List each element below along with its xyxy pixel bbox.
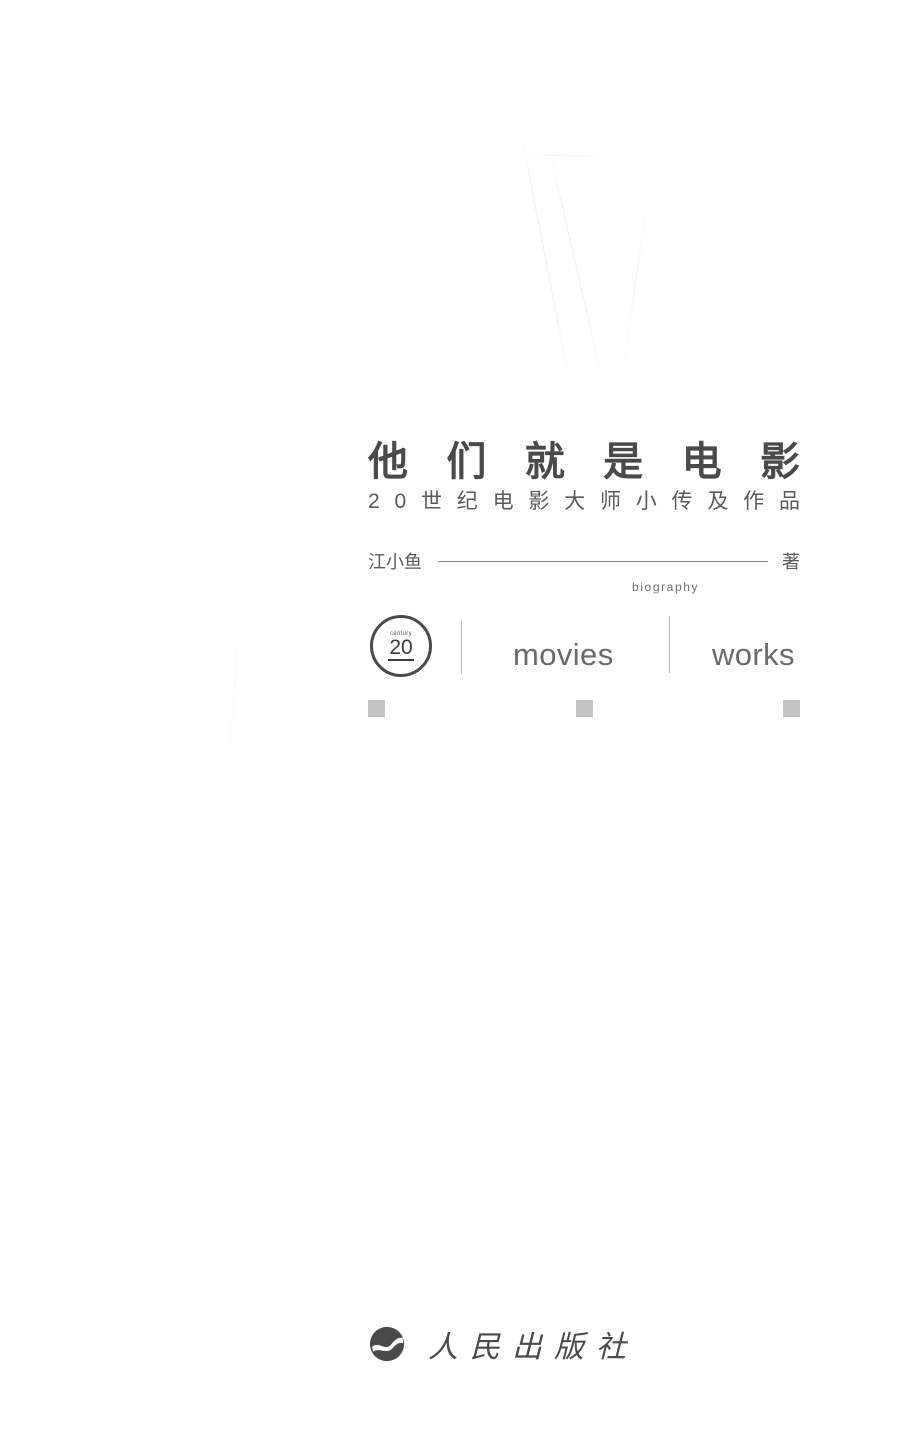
title-char: 影: [759, 440, 800, 484]
publisher-block: 人民出版社: [368, 1322, 638, 1366]
century-badge-underline: [388, 659, 414, 662]
eyebrow-row: century 20 movies works biography: [0, 300, 920, 677]
title-char: 是: [603, 440, 644, 484]
publisher-name: 人民出版社: [428, 1331, 638, 1364]
author-row: 江小鱼 著: [368, 548, 800, 574]
subtitle-char: 电: [492, 490, 514, 513]
scan-line: [227, 600, 241, 780]
title-block: 他 们 就 是 电 影 2 0 世 纪 电 影 大 师 小 传 及 作 品: [368, 440, 800, 514]
title-char: 就: [524, 440, 565, 484]
subtitle-char: 影: [528, 490, 550, 513]
subtitle-char: 2: [368, 490, 380, 513]
decorative-squares-row: [368, 700, 800, 717]
subtitle-char: 0: [394, 490, 407, 513]
decorative-square: [368, 700, 385, 717]
subtitle-char: 小: [635, 490, 657, 513]
scan-line: [520, 154, 611, 158]
subtitle-char: 品: [778, 490, 800, 513]
title-char: 们: [446, 440, 487, 484]
subtitle-char: 师: [599, 490, 621, 513]
author-role-label: 著: [782, 552, 800, 572]
page-title: 他 们 就 是 电 影: [368, 440, 800, 484]
subtitle-char: 纪: [456, 490, 478, 513]
decorative-square: [783, 700, 800, 717]
subtitle-char: 传: [671, 490, 693, 513]
subtitle-char: 作: [743, 490, 765, 513]
author-name: 江小鱼: [368, 552, 422, 572]
subtitle-char: 世: [420, 490, 442, 513]
title-char: 他: [368, 440, 408, 484]
eyebrow-label-biography: biography: [632, 580, 700, 594]
eyebrow-label-movies: movies: [513, 637, 614, 672]
subtitle-char: 及: [707, 490, 729, 513]
decorative-square: [575, 700, 593, 717]
century-badge-number: 20: [389, 635, 413, 659]
eyebrow-label-works: works: [712, 637, 795, 672]
scan-artifact-layer: [0, 0, 920, 1447]
page-subtitle: 2 0 世 纪 电 影 大 师 小 传 及 作 品: [368, 490, 800, 514]
people-publishing-house-logo-icon: [369, 1326, 405, 1362]
author-rule: [438, 560, 768, 562]
eyebrow-divider-right: [669, 616, 670, 673]
eyebrow-divider-left: [461, 621, 462, 674]
subtitle-char: 大: [564, 490, 586, 513]
book-title-page: century 20 movies works biography 他 们 就 …: [0, 0, 920, 1447]
title-char: 电: [681, 440, 722, 484]
century-20-circle-badge-icon: century 20: [370, 615, 432, 677]
